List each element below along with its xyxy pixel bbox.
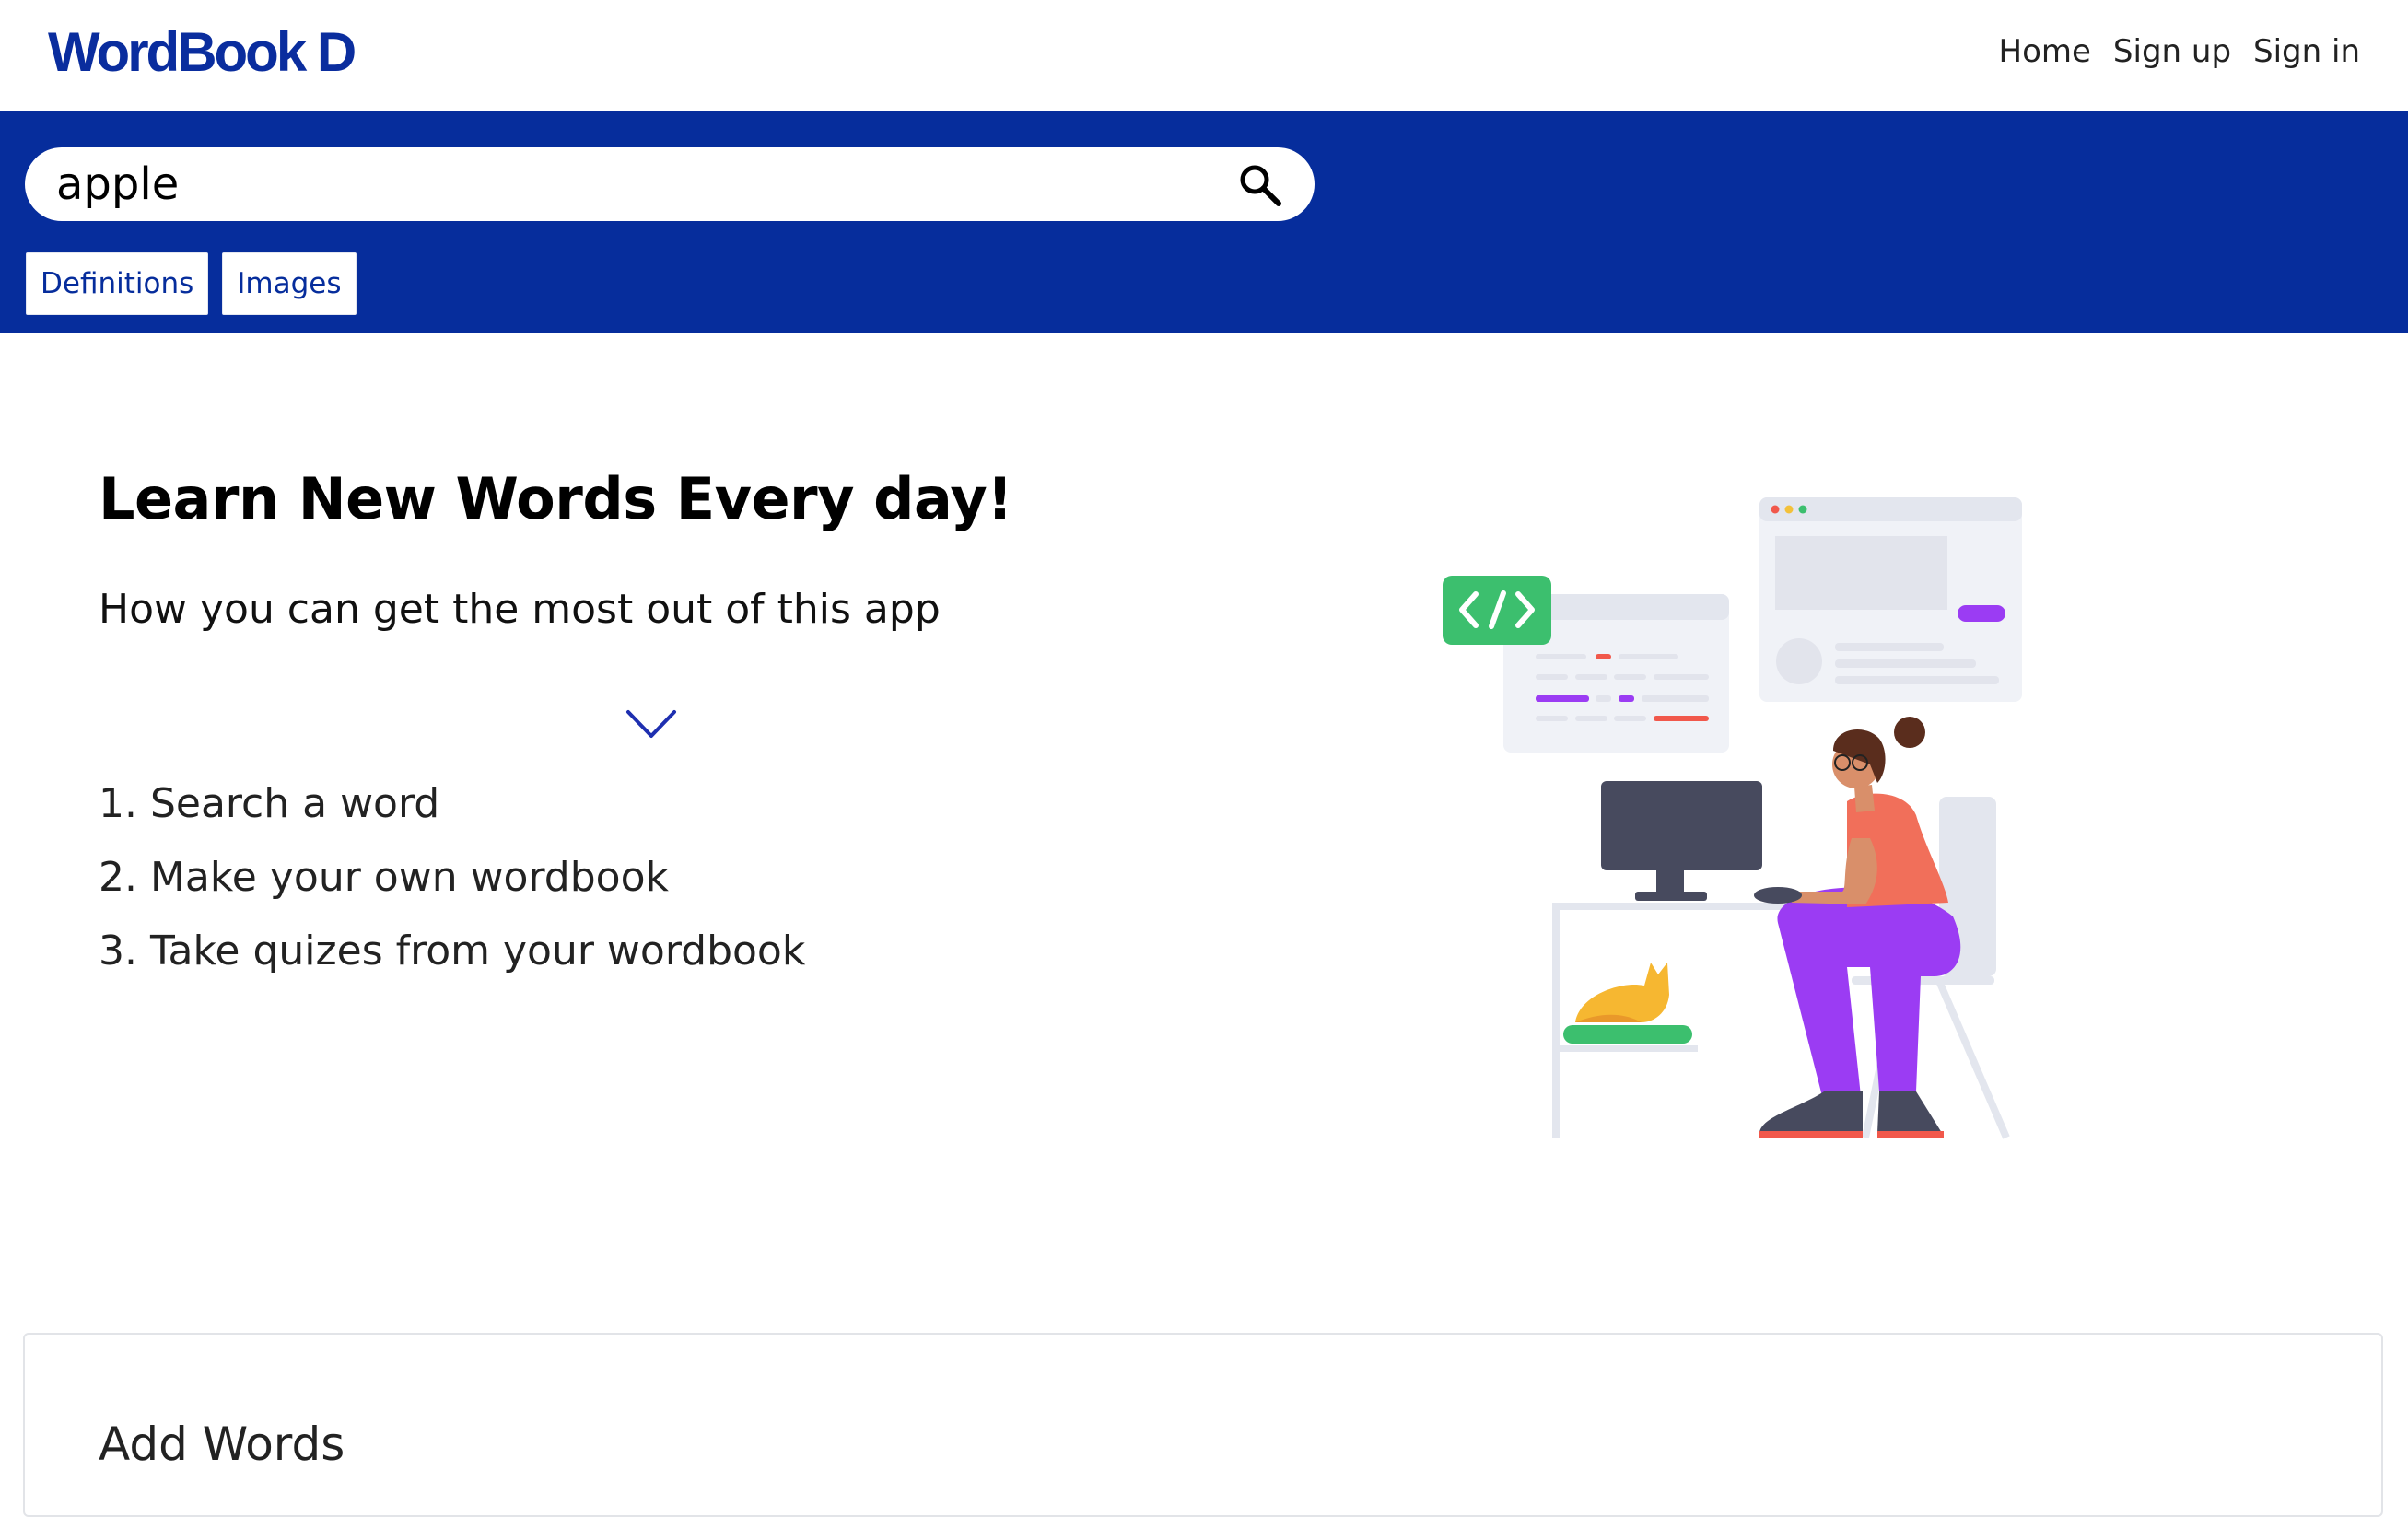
woman-at-computer-illustration bbox=[1437, 497, 2036, 1142]
search-band: Definitions Images bbox=[0, 111, 2408, 333]
hero-subtitle: How you can get the most out of this app bbox=[99, 586, 941, 633]
main-nav: Home Sign up Sign in bbox=[1999, 33, 2360, 70]
tab-images[interactable]: Images bbox=[222, 252, 357, 315]
search-icon[interactable] bbox=[1237, 162, 1283, 208]
add-words-title: Add Words bbox=[99, 1418, 345, 1471]
search-input[interactable] bbox=[56, 155, 1189, 214]
step-take-quizes: 3. Take quizes from your wordbook bbox=[99, 928, 806, 974]
steps-list: 1. Search a word 2. Make your own wordbo… bbox=[99, 779, 805, 1000]
nav-sign-up-link[interactable]: Sign up bbox=[2113, 33, 2231, 70]
step-search-word: 1. Search a word bbox=[99, 780, 440, 827]
search-box bbox=[25, 147, 1315, 221]
nav-sign-in-link[interactable]: Sign in bbox=[2253, 33, 2360, 70]
step-make-wordbook: 2. Make your own wordbook bbox=[99, 854, 669, 901]
brand-logo[interactable]: WordBook D bbox=[48, 20, 357, 84]
tab-definitions[interactable]: Definitions bbox=[26, 252, 209, 315]
hero-title: Learn New Words Every day! bbox=[99, 465, 1013, 532]
search-mode-tabs: Definitions Images bbox=[26, 252, 357, 315]
top-navbar: WordBook D Home Sign up Sign in bbox=[0, 0, 2408, 111]
chevron-down-icon[interactable] bbox=[625, 707, 678, 741]
add-words-card: Add Words bbox=[23, 1333, 2383, 1517]
nav-home-link[interactable]: Home bbox=[1999, 33, 2091, 70]
